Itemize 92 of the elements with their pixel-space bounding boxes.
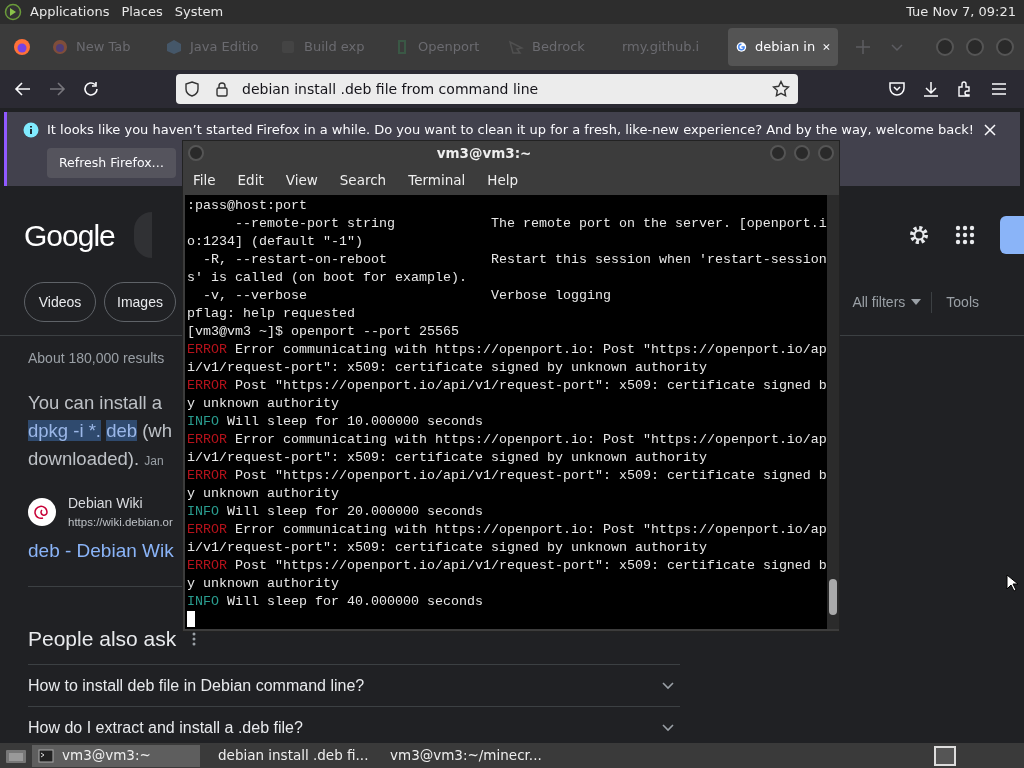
terminal-line: y unknown authority	[187, 575, 340, 593]
taskbar-item[interactable]: vm3@vm3:~	[32, 744, 200, 767]
terminal-line: Will sleep for 20.000000 seconds	[227, 504, 483, 519]
error-tag: ERROR	[187, 468, 227, 483]
question-row[interactable]: How to install deb file in Debian command line?	[28, 664, 680, 707]
close-icon[interactable]	[984, 123, 996, 136]
terminal-line: -v, --verbose Verbose logging	[202, 287, 612, 305]
terminal-line: i/v1/request-port": x509: certificate signed by unknown authority	[187, 539, 708, 557]
menu-item[interactable]: Help	[487, 169, 519, 191]
menu-item[interactable]: Terminal	[408, 169, 466, 191]
terminal-icon	[38, 748, 54, 763]
info-tag: INFO	[187, 504, 219, 519]
pocket-icon[interactable]	[888, 80, 906, 98]
caret-icon	[911, 299, 922, 305]
panel-menu[interactable]: Applications	[30, 2, 110, 22]
address-text: debian install .deb file from command line	[242, 79, 539, 99]
terminal-line: Will sleep for 40.000000 seconds	[227, 594, 483, 609]
error-tag: ERROR	[187, 342, 227, 357]
all-filters-button[interactable]: All filters	[852, 291, 922, 313]
scrollbar-thumb[interactable]	[829, 579, 837, 615]
refresh-button[interactable]: Refresh Firefox…	[47, 147, 177, 179]
terminal-line: [vm3@vm3 ~]$ openport --port 25565	[187, 323, 460, 341]
close-icon[interactable]	[823, 42, 830, 52]
question-text: How to install deb file in Debian command line?	[28, 675, 365, 696]
terminal-line: Post "https://openport.io/api/v1/request-port": x509: certificate signed b	[235, 558, 827, 573]
more-icon[interactable]	[192, 631, 197, 646]
error-tag: ERROR	[187, 378, 227, 393]
settings-icon[interactable]	[908, 224, 930, 246]
swirl-icon	[28, 498, 56, 527]
terminal-line: Error communicating with https://openport.io: Post "https://openport.io/ap	[235, 342, 827, 357]
question-text: How do I extract and install a .deb file?	[28, 717, 303, 738]
tab-icon	[736, 39, 747, 55]
chevron-icon	[662, 723, 674, 732]
clock: Tue Nov 7, 09:21	[906, 3, 1016, 22]
terminal-line: Error communicating with https://openport.io: Post "https://openport.io/ap	[235, 432, 827, 447]
terminal-line: Post "https://openport.io/api/v1/request-port": x509: certificate signed b	[235, 378, 827, 393]
menu-item[interactable]: Edit	[237, 169, 264, 191]
shield-icon	[184, 81, 200, 97]
taskbar-item[interactable]: debian install .deb fi...	[204, 744, 372, 767]
terminal-line: Post "https://openport.io/api/v1/request-port": x509: certificate signed b	[235, 468, 827, 483]
section-heading: People also ask	[28, 625, 177, 652]
terminal-line: i/v1/request-port": x509: certificate signed by unknown authority	[187, 449, 708, 467]
terminal-line: Will sleep for 10.000000 seconds	[227, 414, 483, 429]
menu-item[interactable]: Search	[339, 169, 387, 191]
error-tag: ERROR	[187, 558, 227, 573]
scrollbar[interactable]	[827, 195, 839, 629]
error-tag: ERROR	[187, 522, 227, 537]
terminal-line: pflag: help requested	[187, 305, 356, 323]
taskbar-item[interactable]: vm3@vm3:~/minecr...	[376, 744, 544, 767]
download-icon[interactable]	[922, 80, 940, 98]
terminal-line: --remote-port string The remote port on the server. [openport.i	[234, 215, 827, 233]
mouse-pointer-icon	[1006, 574, 1018, 592]
apps-icon[interactable]	[954, 224, 976, 246]
terminal-line: i/v1/request-port": x509: certificate signed by unknown authority	[187, 359, 708, 377]
menu-item[interactable]: View	[285, 169, 318, 191]
panel-menu[interactable]: Places	[121, 2, 163, 22]
result-link[interactable]: deb - Debian Wik	[28, 537, 174, 566]
site-url: https://wiki.debian.or	[68, 515, 173, 530]
back-icon[interactable]	[14, 80, 32, 98]
tools-button[interactable]: Tools	[931, 291, 979, 313]
panel-menu[interactable]: System	[174, 2, 224, 22]
tab-icon	[166, 39, 182, 55]
star-icon[interactable]	[772, 80, 790, 98]
google-logo[interactable]: Google	[24, 212, 115, 258]
text-cursor	[187, 611, 195, 628]
forward-icon[interactable]	[48, 80, 66, 98]
snippet-text: You can install a dpkg -i *. deb (wh downloaded). Jan	[28, 391, 172, 471]
terminal-line: y unknown authority	[187, 485, 340, 503]
info-tag: INFO	[187, 414, 219, 429]
results-count: About 180,000 results	[28, 349, 165, 368]
info-tag: INFO	[187, 594, 219, 609]
browser-tab[interactable]: debian in	[728, 28, 838, 66]
notification-message: It looks like you haven’t started Firefox in a while. Do you want to clean it up for a fresh, like-new experience? And by the way, welcome back!	[47, 121, 975, 139]
window-title: vm3@vm3:~	[435, 143, 533, 163]
terminal-line: o:1234] (default "-1")	[187, 233, 364, 251]
terminal-line: s' is called (on boot for example).	[187, 269, 468, 287]
terminal-line: :pass@host:port	[187, 197, 308, 215]
terminal-line: -R, --restart-on-reboot Restart this session when 'restart-session	[202, 251, 827, 269]
tab-icon	[52, 39, 68, 55]
menu-item[interactable]: File	[193, 169, 216, 191]
error-tag: ERROR	[187, 432, 227, 447]
chevron-icon	[662, 681, 674, 690]
terminal-line: y unknown authority	[187, 395, 340, 413]
address-bar[interactable]: debian install .deb file from command line	[176, 74, 798, 104]
terminal-line: Error communicating with https://openport.io: Post "https://openport.io/ap	[235, 522, 827, 537]
lock-icon	[214, 81, 230, 97]
info-icon	[23, 121, 39, 138]
workspace-button[interactable]	[934, 745, 956, 766]
menu-icon[interactable]	[990, 80, 1008, 98]
site-name: Debian Wiki	[68, 494, 144, 513]
reload-icon[interactable]	[82, 80, 100, 98]
menu-logo-icon[interactable]	[4, 3, 22, 21]
